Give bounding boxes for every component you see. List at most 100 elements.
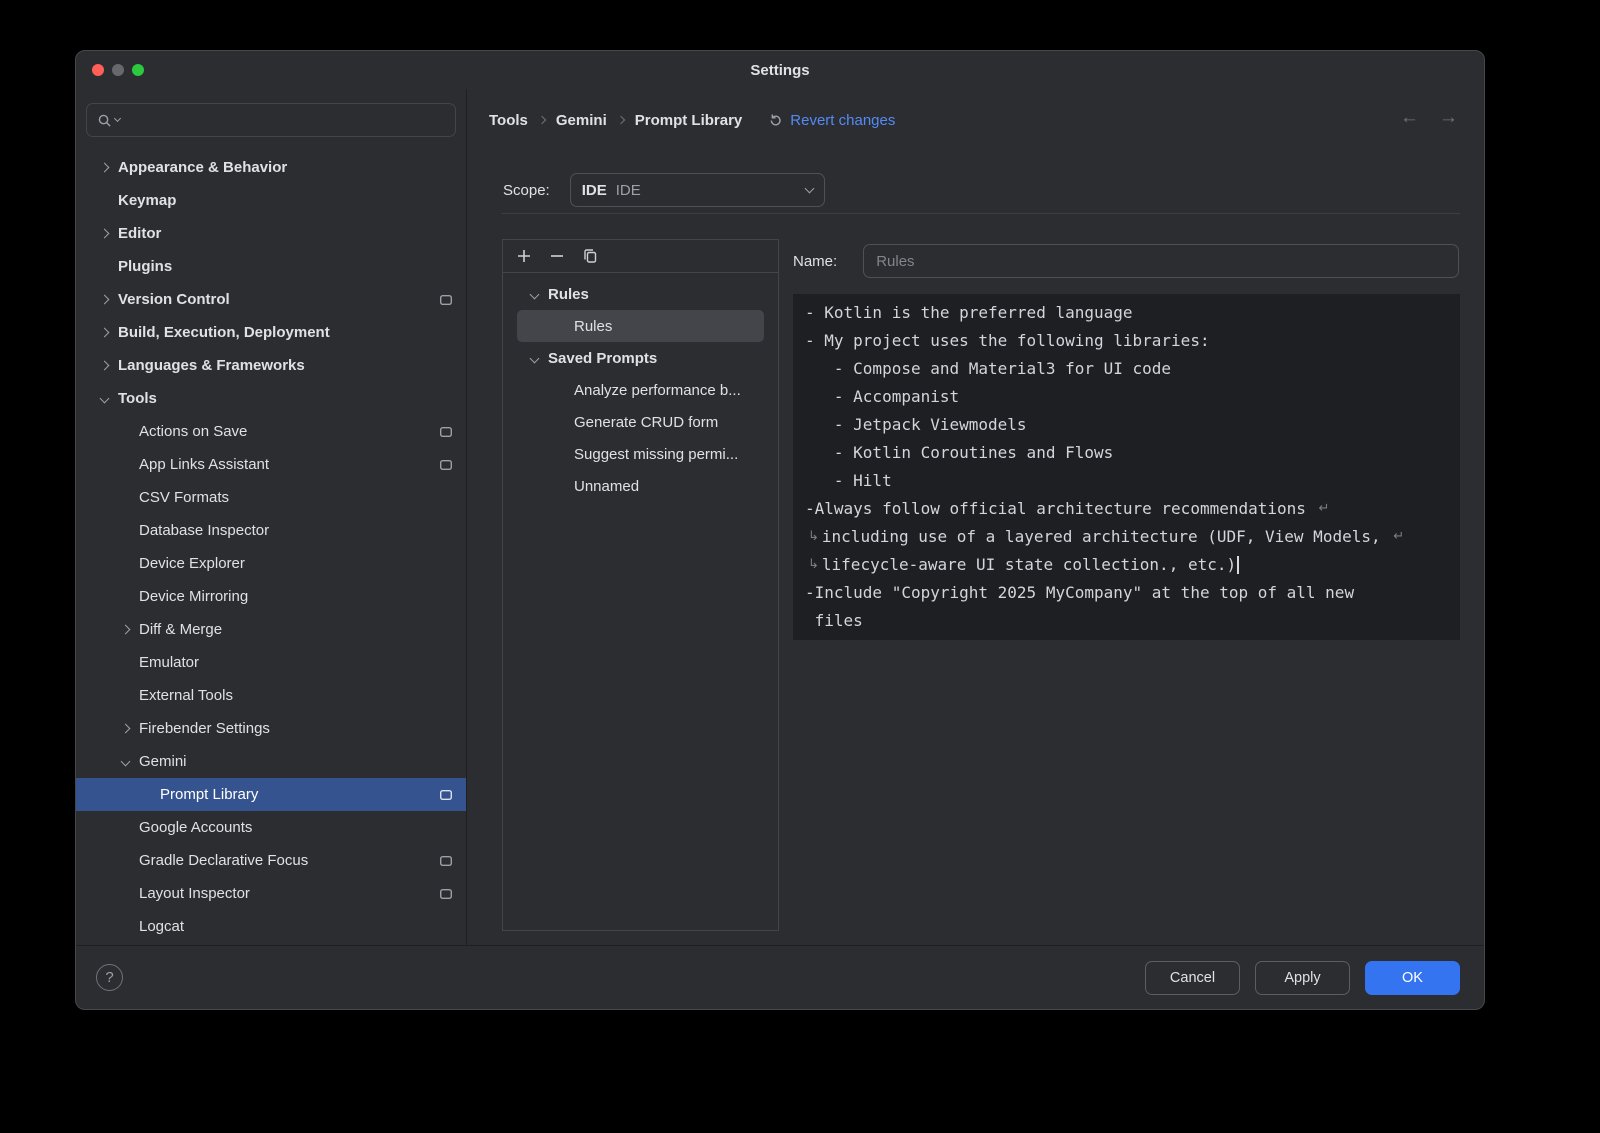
prompt-item-rules[interactable]: Rules [503, 278, 778, 310]
monitor-icon [439, 426, 453, 438]
sidebar-item-diff-merge[interactable]: Diff & Merge [76, 613, 466, 646]
sidebar-item-build-execution-deployment[interactable]: Build, Execution, Deployment [76, 316, 466, 349]
footer-bar: ? Cancel Apply OK [76, 945, 1484, 1009]
ok-button[interactable]: OK [1365, 961, 1460, 995]
prompt-item-analyze-performance-b[interactable]: Analyze performance b... [503, 374, 778, 406]
sidebar-item-logcat[interactable]: Logcat [76, 910, 466, 943]
sidebar-item-emulator[interactable]: Emulator [76, 646, 466, 679]
sidebar-item-label: Tools [118, 390, 157, 407]
prompt-editor[interactable]: - Kotlin is the preferred language- My p… [793, 294, 1460, 640]
sidebar-item-label: Emulator [139, 654, 199, 671]
sidebar-item-label: Gradle Declarative Focus [139, 852, 308, 869]
sidebar-item-label: Editor [118, 225, 161, 242]
breadcrumb-prompt-library: Prompt Library [635, 112, 743, 129]
prompt-item-suggest-missing-permi[interactable]: Suggest missing permi... [503, 438, 778, 470]
sidebar-item-label: Google Accounts [139, 819, 252, 836]
sidebar-item-database-inspector[interactable]: Database Inspector [76, 514, 466, 547]
remove-icon[interactable] [547, 246, 567, 266]
sidebar-item-google-accounts[interactable]: Google Accounts [76, 811, 466, 844]
sidebar-item-version-control[interactable]: Version Control [76, 283, 466, 316]
forward-icon[interactable]: → [1439, 107, 1458, 129]
sidebar-item-label: Layout Inspector [139, 885, 250, 902]
chevron-right-icon[interactable] [100, 229, 110, 239]
prompt-item-saved-prompts[interactable]: Saved Prompts [503, 342, 778, 374]
sidebar-item-label: Prompt Library [160, 786, 258, 803]
minimize-button[interactable] [112, 64, 124, 76]
prompt-item-label: Analyze performance b... [574, 382, 741, 399]
chevron-slot [101, 362, 118, 369]
sidebar-item-label: External Tools [139, 687, 233, 704]
scope-value: IDE [616, 182, 641, 199]
sidebar-item-keymap[interactable]: Keymap [76, 184, 466, 217]
apply-button[interactable]: Apply [1255, 961, 1350, 995]
sidebar-item-gemini[interactable]: Gemini [76, 745, 466, 778]
breadcrumb-gemini[interactable]: Gemini [556, 112, 607, 129]
sidebar-item-gradle-declarative-focus[interactable]: Gradle Declarative Focus [76, 844, 466, 877]
sidebar-item-actions-on-save[interactable]: Actions on Save [76, 415, 466, 448]
sidebar-item-device-mirroring[interactable]: Device Mirroring [76, 580, 466, 613]
prompt-item-unnamed[interactable]: Unnamed [503, 470, 778, 502]
prompt-tree[interactable]: RulesRulesSaved PromptsAnalyze performan… [503, 273, 778, 502]
editor-line: files [805, 607, 1448, 635]
name-input[interactable] [863, 244, 1459, 278]
editor-line: ↳lifecycle-aware UI state collection., e… [805, 551, 1448, 579]
prompt-item-rules[interactable]: Rules [517, 310, 764, 342]
chevron-right-icon[interactable] [121, 724, 131, 734]
sidebar-item-label: Gemini [139, 753, 187, 770]
settings-content: Tools Gemini Prompt Library Revert chang… [467, 89, 1484, 945]
editor-line: - Compose and Material3 for UI code [805, 355, 1448, 383]
settings-search[interactable] [86, 103, 456, 137]
soft-wrap-icon: ↳ [808, 523, 819, 551]
sidebar-item-label: Plugins [118, 258, 172, 275]
sidebar-item-plugins[interactable]: Plugins [76, 250, 466, 283]
chevron-right-icon[interactable] [100, 295, 110, 305]
search-history-chevron-icon[interactable] [114, 115, 121, 122]
close-button[interactable] [92, 64, 104, 76]
revert-changes-link[interactable]: Revert changes [768, 112, 895, 129]
sidebar-item-csv-formats[interactable]: CSV Formats [76, 481, 466, 514]
breadcrumb-tools[interactable]: Tools [489, 112, 528, 129]
text-caret [1237, 556, 1239, 574]
sidebar-item-layout-inspector[interactable]: Layout Inspector [76, 877, 466, 910]
chevron-down-icon[interactable] [531, 291, 548, 298]
sidebar-item-prompt-library[interactable]: Prompt Library [76, 778, 466, 811]
sidebar-item-device-explorer[interactable]: Device Explorer [76, 547, 466, 580]
chevron-slot [122, 725, 139, 732]
help-button[interactable]: ? [96, 964, 123, 991]
search-input[interactable] [123, 112, 445, 128]
cancel-button[interactable]: Cancel [1145, 961, 1240, 995]
sidebar-item-app-links-assistant[interactable]: App Links Assistant [76, 448, 466, 481]
soft-wrap-icon: ↵ [1319, 495, 1330, 523]
sidebar-item-label: Database Inspector [139, 522, 269, 539]
editor-line: -Include "Copyright 2025 MyCompany" at t… [805, 579, 1448, 607]
scope-dropdown[interactable]: IDE IDE [570, 173, 825, 207]
sidebar-item-editor[interactable]: Editor [76, 217, 466, 250]
add-icon[interactable] [514, 246, 534, 266]
sidebar-item-label: Diff & Merge [139, 621, 222, 638]
search-icon [97, 113, 112, 128]
sidebar-item-tools[interactable]: Tools [76, 382, 466, 415]
copy-icon[interactable] [580, 246, 600, 266]
prompt-list-panel: RulesRulesSaved PromptsAnalyze performan… [502, 239, 779, 931]
settings-tree[interactable]: Appearance & BehaviorKeymap Editor Plugins… [76, 151, 466, 945]
sidebar-item-languages-frameworks[interactable]: Languages & Frameworks [76, 349, 466, 382]
chevron-right-icon[interactable] [100, 163, 110, 173]
window-title: Settings [76, 51, 1484, 91]
chevron-down-icon[interactable] [100, 394, 110, 404]
chevron-right-icon[interactable] [100, 328, 110, 338]
editor-line: - Hilt [805, 467, 1448, 495]
sidebar-item-label: CSV Formats [139, 489, 229, 506]
sidebar-item-label: Languages & Frameworks [118, 357, 305, 374]
zoom-button[interactable] [132, 64, 144, 76]
chevron-right-icon[interactable] [121, 625, 131, 635]
prompt-item-label: Rules [548, 286, 589, 303]
chevron-right-icon[interactable] [100, 361, 110, 371]
prompt-item-generate-crud-form[interactable]: Generate CRUD form [503, 406, 778, 438]
chevron-down-icon[interactable] [121, 757, 131, 767]
title-bar[interactable]: Settings [76, 51, 1484, 89]
sidebar-item-external-tools[interactable]: External Tools [76, 679, 466, 712]
sidebar-item-firebender-settings[interactable]: Firebender Settings [76, 712, 466, 745]
chevron-down-icon[interactable] [531, 355, 548, 362]
sidebar-item-appearance-behavior[interactable]: Appearance & Behavior [76, 151, 466, 184]
back-icon[interactable]: ← [1400, 107, 1419, 129]
